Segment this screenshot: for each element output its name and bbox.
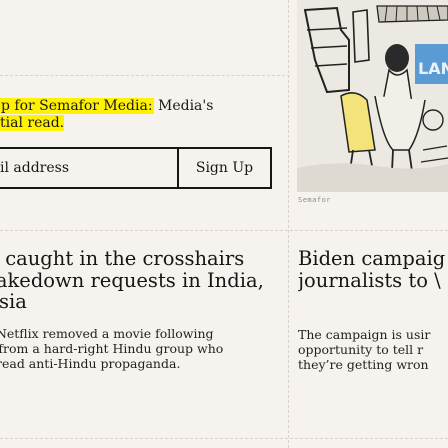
sign-up-button[interactable]: Sign Up [177, 149, 272, 187]
section-divider-mid [0, 230, 448, 231]
newsletter-prompt-line2: tial read. [0, 115, 65, 131]
article-headline[interactable]: Biden campaig journalists to \ [298, 248, 448, 291]
headline-line: ysia [0, 290, 27, 313]
sign-text: LAN [418, 59, 448, 78]
newsletter-prompt: p for Semafor Media: Media's tial read. [0, 98, 213, 132]
illustration-graphic: LAN [297, 0, 448, 192]
article-card-india[interactable]: x caught in the crosshairs takedown requ… [0, 248, 290, 371]
article-dek: , Netflix removed a movie following s fr… [0, 326, 290, 371]
section-divider-bottom [0, 438, 448, 439]
section-divider-top [0, 75, 290, 76]
newsletter-prompt-highlight: p for Semafor Media: [0, 98, 154, 114]
dek-line: , Netflix removed a movie following [0, 325, 214, 341]
headline-line: journalists to \ [298, 268, 441, 292]
dek-line: opportunity to tell r [298, 342, 424, 357]
dek-line: pread anti-Hindu propaganda. [0, 355, 181, 371]
article-headline[interactable]: x caught in the crosshairs takedown requ… [0, 248, 290, 313]
headline-line: x caught in the crosshairs [0, 247, 245, 270]
image-caption: Semafor [298, 196, 332, 204]
dek-line: The campaign is usir [298, 327, 431, 342]
column-divider [288, 0, 289, 448]
dek-line: they’re getting wron [298, 357, 429, 372]
email-field[interactable] [0, 149, 177, 187]
article-card-biden[interactable]: Biden campaig journalists to \ The campa… [298, 248, 448, 372]
newsletter-prompt-tail: Media's [158, 98, 214, 114]
article-illustration[interactable]: LAN [297, 0, 448, 192]
article-dek: The campaign is usir opportunity to tell… [298, 327, 448, 372]
dek-line: s from a hard-right Hindu group who [0, 340, 224, 356]
headline-line: Biden campaig [298, 248, 446, 270]
newsletter-form: Sign Up [0, 147, 272, 189]
headline-line: takedown requests in India, [0, 268, 264, 292]
